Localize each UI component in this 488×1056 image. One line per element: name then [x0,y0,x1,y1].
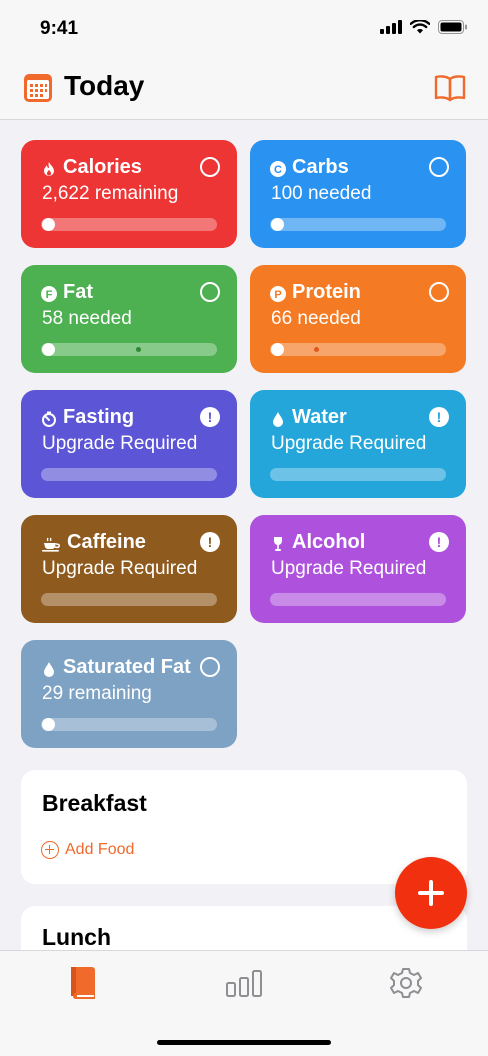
warning-icon: ! [429,532,449,552]
tile-water[interactable]: Water Upgrade Required! [250,390,466,498]
cellular-signal-icon [380,20,402,34]
progress-track [270,593,446,606]
warning-icon: ! [200,532,220,552]
tile-subtitle: 100 needed [271,183,372,204]
warning-icon: ! [429,407,449,427]
tile-title: Fasting [63,406,135,428]
wine-glass-icon [270,535,286,551]
tile-header: P Protein [270,281,361,304]
status-time: 9:41 [40,18,79,39]
tile-title: Fat [63,281,93,303]
stats-chart-icon[interactable] [224,965,264,1001]
diary-book-icon[interactable] [64,965,104,1001]
tile-title: Protein [292,281,361,303]
progress-track [41,593,217,606]
status-icons [380,20,468,34]
progress-track [41,718,217,731]
tile-subtitle: 29 remaining [42,683,152,704]
tile-protein[interactable]: P Protein 66 needed [250,265,466,373]
tile-header: Fasting [41,406,134,429]
flame-icon [41,160,57,176]
svg-text:C: C [274,164,282,176]
warning-icon: ! [200,407,220,427]
tile-fasting[interactable]: Fasting Upgrade Required! [21,390,237,498]
book-icon[interactable] [434,74,466,102]
checkbox-circle-icon[interactable] [200,657,220,677]
breakfast-card[interactable]: Breakfast Add Food [21,770,467,884]
tile-title: Carbs [292,156,349,178]
progress-track [270,468,446,481]
tile-fat[interactable]: F Fat 58 needed [21,265,237,373]
drop-icon [270,410,286,427]
progress-knob [271,343,284,356]
tile-header: Saturated Fat [41,656,191,679]
tile-header: Alcohol [270,531,365,554]
settings-gear-icon[interactable] [386,965,426,1001]
battery-icon [438,20,467,34]
calendar-icon[interactable] [24,74,52,102]
tile-subtitle: 2,622 remaining [42,183,179,204]
tile-subtitle: 66 needed [271,308,361,329]
wifi-icon [410,20,430,34]
tile-title: Alcohol [292,531,366,553]
tile-alcohol[interactable]: Alcohol Upgrade Required! [250,515,466,623]
fat-f-icon: F [41,285,57,302]
tile-subtitle: Upgrade Required [271,558,427,579]
progress-knob [42,718,55,731]
progress-track [41,343,217,356]
checkbox-circle-icon[interactable] [429,157,449,177]
target-marker [136,347,141,352]
tile-header: Water [270,406,347,429]
navigation-bar: Today [0,60,488,120]
tile-header: Calories [41,156,142,179]
timer-icon [41,410,57,427]
tile-title: Saturated Fat [63,656,191,678]
meal-title: Lunch [42,924,111,950]
home-indicator [157,1040,331,1045]
tile-title: Water [292,406,347,428]
progress-knob [42,218,55,231]
page-title: Today [64,70,145,101]
tile-subtitle: Upgrade Required [42,558,198,579]
carbs-c-icon: C [270,160,286,177]
add-button[interactable] [395,857,467,929]
cup-icon [41,535,61,552]
svg-text:F: F [46,289,53,301]
checkbox-circle-icon[interactable] [200,282,220,302]
checkbox-circle-icon[interactable] [429,282,449,302]
progress-track [270,343,446,356]
tile-subtitle: 58 needed [42,308,132,329]
progress-track [270,218,446,231]
tile-subtitle: Upgrade Required [271,433,427,454]
tile-caffeine[interactable]: Caffeine Upgrade Required! [21,515,237,623]
tile-saturated-fat[interactable]: Saturated Fat 29 remaining [21,640,237,748]
add-food-button[interactable]: Add Food [41,841,134,859]
progress-track [41,218,217,231]
tile-subtitle: Upgrade Required [42,433,198,454]
progress-track [41,468,217,481]
status-bar: 9:41 [0,0,488,60]
progress-knob [42,343,55,356]
tile-calories[interactable]: Calories 2,622 remaining [21,140,237,248]
tile-carbs[interactable]: C Carbs 100 needed [250,140,466,248]
tile-header: F Fat [41,281,93,304]
tile-title: Caffeine [67,531,146,553]
add-circle-icon [41,841,59,859]
tile-header: Caffeine [41,531,146,554]
progress-knob [271,218,284,231]
tile-header: C Carbs [270,156,349,179]
checkbox-circle-icon[interactable] [200,157,220,177]
protein-p-icon: P [270,285,286,302]
meal-title: Breakfast [42,790,147,816]
target-marker [314,347,319,352]
tile-title: Calories [63,156,142,178]
add-food-label: Add Food [65,841,135,858]
drop-icon [41,660,57,677]
svg-text:P: P [274,289,281,301]
